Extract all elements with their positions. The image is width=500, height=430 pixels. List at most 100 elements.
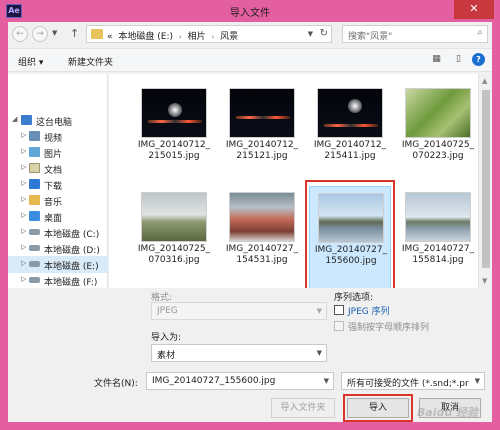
nav-item-drive-e[interactable]: ▷ 本地磁盘 (E:) [8, 256, 108, 273]
expand-arrow-icon[interactable]: ▷ [21, 243, 26, 251]
address-dropdown-icon[interactable]: ▼ [308, 30, 313, 38]
search-icon[interactable]: ⌕ [477, 27, 483, 38]
dialog-title: 导入文件 [230, 8, 270, 19]
expand-arrow-icon[interactable]: ▷ [21, 131, 26, 139]
file-name: IMG_20140727_ 154531.jpg [225, 244, 299, 265]
address-row: ← → ▼ ↑ « 本地磁盘 (E:) › 相片 › 风景 ▼ ↻ 搜索"风景"… [8, 22, 492, 46]
desktop-icon [29, 211, 40, 221]
highlight-annotation [305, 180, 395, 288]
nav-item-drive-d[interactable]: ▷ 本地磁盘 (D:) [8, 240, 108, 257]
address-bar[interactable]: « 本地磁盘 (E:) › 相片 › 风景 ▼ ↻ [86, 25, 332, 43]
file-item[interactable]: IMG_20140712_ 215015.jpg [133, 82, 215, 188]
chevron-down-icon[interactable]: ▼ [475, 377, 480, 385]
chevron-down-icon: ▼ [316, 307, 322, 315]
nav-item-label: 文档 [44, 166, 63, 176]
nav-item-videos[interactable]: ▷ 视频 [8, 128, 108, 145]
nav-item-drive-f[interactable]: ▷ 本地磁盘 (F:) [8, 272, 108, 289]
image-thumbnail [141, 192, 207, 242]
file-name: IMG_20140725_ 070316.jpg [137, 244, 211, 265]
drive-icon [29, 245, 40, 251]
import-as-value: 素材 [157, 351, 176, 361]
nav-item-documents[interactable]: ▷ 文档 [8, 160, 108, 177]
nav-item-music[interactable]: ▷ 音乐 [8, 192, 108, 209]
file-name: IMG_20140712_ 215015.jpg [137, 140, 211, 161]
search-input[interactable]: 搜索"风景" ⌕ [342, 25, 488, 43]
dialog-window: Ae 导入文件 ✕ ← → ▼ ↑ « 本地磁盘 (E:) › 相片 › 风景 … [0, 0, 500, 430]
nav-item-label: 视频 [44, 134, 63, 144]
filename-label: 文件名(N): [94, 379, 138, 389]
document-icon [29, 163, 40, 173]
breadcrumb-drive[interactable]: 本地磁盘 (E:) [118, 32, 173, 42]
recent-locations-chevron-icon[interactable]: ▼ [52, 29, 57, 37]
preview-pane-icon[interactable]: ▯ [452, 53, 465, 66]
change-view-icon[interactable]: ▦ [430, 53, 443, 66]
navigation-pane: ◢ 这台电脑 ▷ 视频 ▷ 图片 ▷ 文档 ▷ 下载 ▷ 音乐 ▷ 桌面 ▷ 本… [8, 74, 108, 288]
expand-arrow-icon[interactable]: ▷ [21, 211, 26, 219]
nav-item-label: 本地磁盘 (D:) [44, 246, 100, 256]
highlight-annotation [343, 394, 413, 422]
file-item[interactable]: IMG_20140725_ 070223.jpg [397, 82, 478, 188]
expand-arrow-icon[interactable]: ▷ [21, 227, 26, 235]
video-icon [29, 131, 40, 141]
jpeg-sequence-checkbox[interactable] [334, 305, 344, 315]
scroll-down-icon[interactable]: ▼ [482, 277, 487, 285]
filename-input[interactable]: IMG_20140727_155600.jpg ▼ [146, 372, 334, 390]
breadcrumb-scenery[interactable]: 风景 [220, 32, 238, 42]
chevron-down-icon[interactable]: ▼ [324, 377, 329, 385]
import-as-select[interactable]: 素材 ▼ [151, 344, 327, 362]
dialog-client: ← → ▼ ↑ « 本地磁盘 (E:) › 相片 › 风景 ▼ ↻ 搜索"风景"… [8, 22, 492, 422]
collapse-arrow-icon[interactable]: ◢ [12, 115, 17, 123]
search-placeholder: 搜索"风景" [348, 32, 393, 42]
expand-arrow-icon[interactable]: ▷ [21, 163, 26, 171]
file-name: IMG_20140712_ 215121.jpg [225, 140, 299, 161]
drive-icon [29, 229, 40, 235]
image-thumbnail [317, 88, 383, 138]
file-item[interactable]: IMG_20140727_ 154531.jpg [221, 186, 303, 288]
command-toolbar: 组织 ▾ 新建文件夹 ▦ ▯ ? [8, 48, 492, 72]
nav-item-downloads[interactable]: ▷ 下载 [8, 176, 108, 193]
organize-menu-button[interactable]: 组织 ▾ [18, 55, 43, 68]
image-thumbnail [229, 192, 295, 242]
folder-icon [91, 29, 103, 39]
file-type-filter-select[interactable]: 所有可接受的文件 (*.snd;*.pr ▼ [341, 372, 485, 390]
expand-arrow-icon[interactable]: ▷ [21, 179, 26, 187]
baidu-watermark: Baidu 经验 [416, 406, 478, 419]
computer-icon [21, 115, 32, 125]
nav-item-drive-c[interactable]: ▷ 本地磁盘 (C:) [8, 224, 108, 241]
jpeg-sequence-label[interactable]: JPEG 序列 [348, 304, 390, 317]
up-folder-button[interactable]: ↑ [70, 27, 79, 40]
breadcrumb-photos[interactable]: 相片 [188, 32, 206, 42]
file-item[interactable]: IMG_20140712_ 215411.jpg [309, 82, 391, 188]
breadcrumb-overflow[interactable]: « [107, 32, 113, 42]
breadcrumb: « 本地磁盘 (E:) › 相片 › 风景 [107, 29, 241, 42]
breadcrumb-separator-icon[interactable]: › [211, 33, 214, 41]
breadcrumb-separator-icon[interactable]: › [179, 33, 182, 41]
file-item[interactable]: IMG_20140727_ 155814.jpg [397, 186, 478, 288]
expand-arrow-icon[interactable]: ▷ [21, 275, 26, 283]
back-button[interactable]: ← [12, 26, 28, 42]
close-button[interactable]: ✕ [454, 0, 494, 19]
new-folder-button[interactable]: 新建文件夹 [68, 55, 113, 68]
expand-arrow-icon[interactable]: ▷ [21, 259, 26, 267]
force-alphabetical-label: 强制按字母顺序排列 [348, 323, 430, 333]
chevron-down-icon[interactable]: ▼ [317, 349, 322, 357]
refresh-icon[interactable]: ↻ [320, 28, 328, 39]
nav-item-label: 这台电脑 [36, 118, 73, 128]
forward-button[interactable]: → [32, 26, 48, 42]
nav-item-label: 本地磁盘 (E:) [44, 262, 99, 272]
picture-icon [29, 147, 40, 157]
sequence-options-label: 序列选项: [334, 293, 374, 303]
import-as-label: 导入为: [151, 333, 182, 343]
expand-arrow-icon[interactable]: ▷ [21, 147, 26, 155]
scrollbar-thumb[interactable] [482, 90, 490, 268]
scroll-up-icon[interactable]: ▲ [482, 77, 487, 85]
vertical-scrollbar[interactable]: ▲ ▼ [478, 74, 492, 288]
nav-item-desktop[interactable]: ▷ 桌面 [8, 208, 108, 225]
nav-item-this-pc[interactable]: ◢ 这台电脑 [8, 112, 108, 129]
nav-item-pictures[interactable]: ▷ 图片 [8, 144, 108, 161]
file-item[interactable]: IMG_20140725_ 070316.jpg [133, 186, 215, 288]
nav-item-label: 下载 [44, 182, 63, 192]
file-item[interactable]: IMG_20140712_ 215121.jpg [221, 82, 303, 188]
help-icon[interactable]: ? [472, 53, 485, 66]
expand-arrow-icon[interactable]: ▷ [21, 195, 26, 203]
